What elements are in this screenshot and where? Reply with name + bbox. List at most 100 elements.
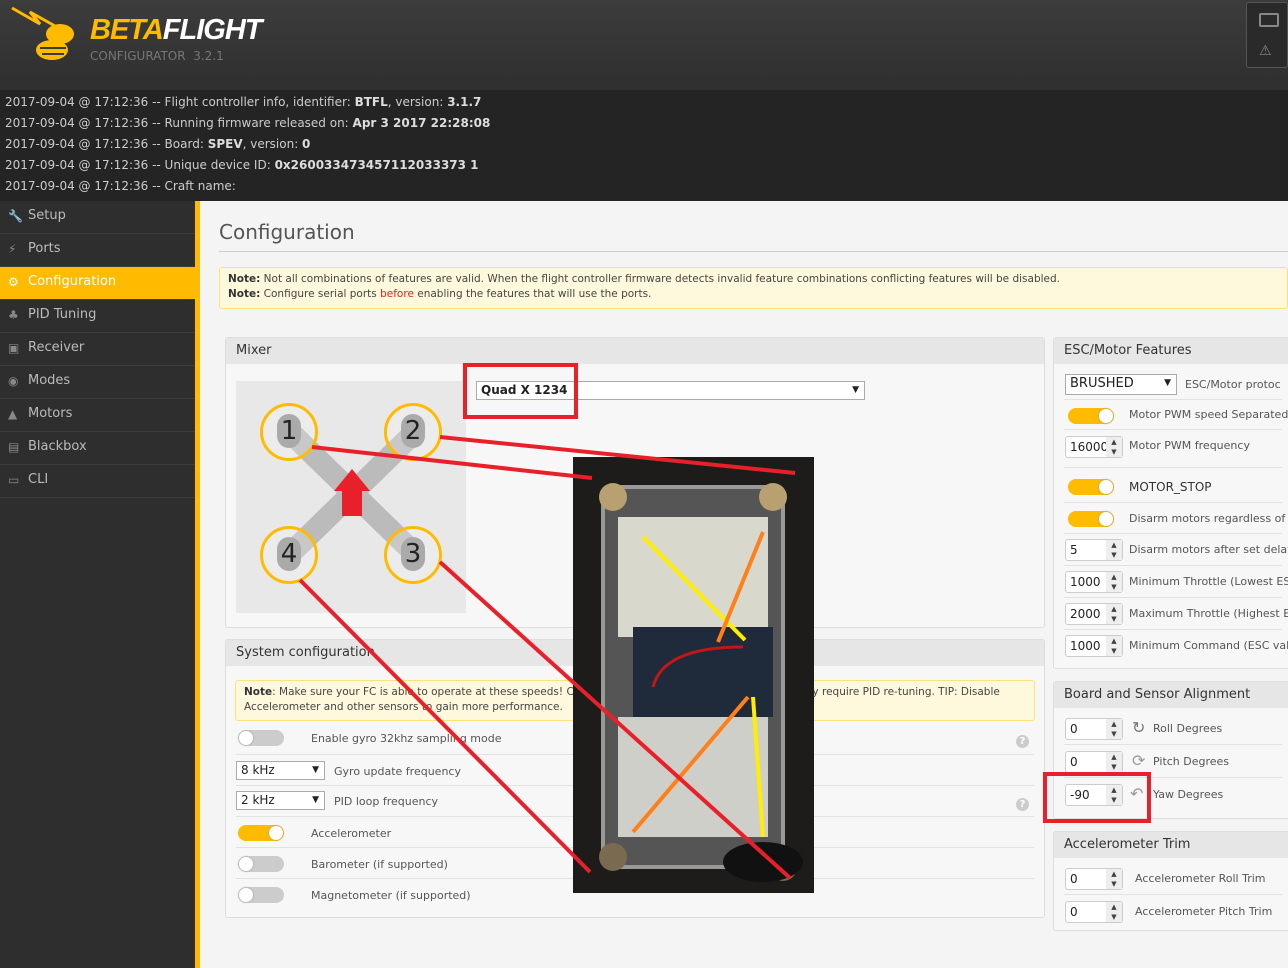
min-throttle-input[interactable]: 1000 ▲ ▼ xyxy=(1065,571,1123,593)
magnetometer-toggle[interactable] xyxy=(238,887,284,903)
max-throttle-label: Maximum Throttle (Highest E xyxy=(1129,607,1288,620)
warning-icon: ⚠ xyxy=(1259,43,1272,59)
bee-logo-icon xyxy=(11,6,74,60)
motor-stop-label: MOTOR_STOP xyxy=(1129,480,1212,494)
sidebar-accent-bar xyxy=(195,201,200,968)
sidebar-item-blackbox[interactable]: ▤ Blackbox xyxy=(0,432,195,465)
page-title: Configuration xyxy=(219,220,355,244)
roll-row: 0 ▲ ▼ ↻ Roll Degrees xyxy=(1064,712,1282,745)
pitch-icon: ⟳ xyxy=(1132,751,1146,770)
receiver-icon: ▣ xyxy=(8,341,20,355)
sidebar-item-label: Configuration xyxy=(28,274,117,289)
sidebar-item-label: CLI xyxy=(28,472,49,487)
motor-4: 4 xyxy=(260,526,318,584)
features-note: Note: Not all combinations of features a… xyxy=(219,267,1288,309)
trim-pitch-label: Accelerometer Pitch Trim xyxy=(1135,905,1273,918)
esc-panel: ESC/Motor Features BRUSHED ▼ ESC/Motor pr… xyxy=(1053,337,1288,669)
sidebar-item-label: PID Tuning xyxy=(28,307,97,322)
spinner-icon: ▲ ▼ xyxy=(1106,437,1122,457)
gyro32-label: Enable gyro 32khz sampling mode xyxy=(311,732,502,745)
pitch-label: Pitch Degrees xyxy=(1153,755,1230,768)
window-icon xyxy=(1259,13,1279,27)
sidebar-item-cli[interactable]: ▭ CLI xyxy=(0,465,195,498)
sidebar-item-label: Setup xyxy=(28,208,66,223)
trim-roll-input[interactable]: 0 ▲ ▼ xyxy=(1065,868,1123,890)
terminal-icon: ▭ xyxy=(8,473,20,487)
gear-icon: ⚙ xyxy=(8,275,19,289)
sidebar-item-setup[interactable]: 🔧 Setup xyxy=(0,201,195,234)
motor-stop-toggle[interactable] xyxy=(1068,479,1114,495)
gyro-freq-label: Gyro update frequency xyxy=(334,765,461,778)
pitch-input[interactable]: 0 ▲ ▼ xyxy=(1065,751,1123,773)
disarm-delay-label: Disarm motors after set delay xyxy=(1129,543,1288,556)
accelerometer-toggle[interactable] xyxy=(238,825,284,841)
dropdown-arrow-icon: ▼ xyxy=(852,385,859,395)
sitemap-icon: ♣ xyxy=(8,308,19,322)
min-command-label: Minimum Command (ESC val xyxy=(1129,639,1288,652)
before-link[interactable]: before xyxy=(380,288,414,300)
motor-1: 1 xyxy=(260,403,318,461)
barometer-label: Barometer (if supported) xyxy=(311,858,448,871)
log-panel: 2017-09-04 @ 17:12:36 -- Flight controll… xyxy=(0,90,1288,201)
trim-roll-row: 0 ▲ ▼ Accelerometer Roll Trim xyxy=(1064,862,1282,895)
blackbox-icon: ▤ xyxy=(8,440,20,454)
pwm-separated-label: Motor PWM speed Separated xyxy=(1129,408,1288,421)
pwm-separated-row: Motor PWM speed Separated xyxy=(1064,400,1288,430)
log-line: 2017-09-04 @ 17:12:36 -- Unique device I… xyxy=(5,158,479,172)
status-panel[interactable]: ⚠ xyxy=(1246,2,1288,68)
motor-stop-row: MOTOR_STOP xyxy=(1064,468,1282,503)
sidebar-item-receiver[interactable]: ▣ Receiver xyxy=(0,333,195,366)
sidebar-item-label: Motors xyxy=(28,406,73,421)
yaw-label: Yaw Degrees xyxy=(1153,788,1224,801)
barometer-toggle[interactable] xyxy=(238,856,284,872)
min-command-row: 1000 ▲ ▼ Minimum Command (ESC val xyxy=(1064,630,1288,662)
min-throttle-row: 1000 ▲ ▼ Minimum Throttle (Lowest ES xyxy=(1064,566,1288,598)
gyro-freq-select[interactable]: 8 kHz ▼ xyxy=(236,761,325,780)
disarm-regardless-label: Disarm motors regardless of xyxy=(1129,512,1286,525)
roll-input[interactable]: 0 ▲ ▼ xyxy=(1065,718,1123,740)
sidebar-item-configuration[interactable]: ⚙ Configuration xyxy=(0,267,195,300)
sidebar-item-label: Blackbox xyxy=(28,439,87,454)
motor-3: 3 xyxy=(384,526,442,584)
min-throttle-label: Minimum Throttle (Lowest ES xyxy=(1129,575,1288,588)
pid-freq-select[interactable]: 2 kHz ▼ xyxy=(236,791,325,810)
quad-hardware-photo xyxy=(573,457,814,893)
sidebar-item-label: Modes xyxy=(28,373,71,388)
sidebar: 🔧 Setup ⚡ Ports ⚙ Configuration ♣ PID Tuning ▣ Re… xyxy=(0,201,195,968)
max-throttle-row: 2000 ▲ ▼ Maximum Throttle (Highest E xyxy=(1064,598,1288,630)
disarm-regardless-toggle[interactable] xyxy=(1068,511,1114,527)
sidebar-item-ports[interactable]: ⚡ Ports xyxy=(0,234,195,267)
sidebar-item-modes[interactable]: ◉ Modes xyxy=(0,366,195,399)
pwm-freq-input[interactable]: 16000 ▲ ▼ xyxy=(1065,436,1123,458)
trim-roll-label: Accelerometer Roll Trim xyxy=(1135,872,1266,885)
help-icon[interactable]: ? xyxy=(1016,735,1029,748)
sidebar-item-motors[interactable]: ▲ Motors xyxy=(0,399,195,432)
sidebar-item-label: Receiver xyxy=(28,340,85,355)
motor-2: 2 xyxy=(384,403,442,461)
disarm-regardless-row: Disarm motors regardless of xyxy=(1064,503,1286,534)
min-command-input[interactable]: 1000 ▲ ▼ xyxy=(1065,635,1123,657)
help-icon[interactable]: ? xyxy=(1016,798,1029,811)
disarm-delay-row: 5 ▲ ▼ Disarm motors after set delay xyxy=(1064,534,1288,566)
esc-protocol-select[interactable]: BRUSHED ▼ xyxy=(1065,374,1177,395)
photo-illustration xyxy=(599,483,803,882)
sidebar-item-label: Ports xyxy=(28,241,61,256)
gyro32-toggle[interactable] xyxy=(238,730,284,746)
accel-trim-title: Accelerometer Trim xyxy=(1054,832,1288,858)
plug-icon: ⚡ xyxy=(8,242,17,256)
yaw-highlight-box xyxy=(1043,772,1151,823)
wrench-icon: 🔧 xyxy=(8,209,23,223)
pid-freq-label: PID loop frequency xyxy=(334,795,439,808)
max-throttle-input[interactable]: 2000 ▲ ▼ xyxy=(1065,603,1123,625)
log-line: 2017-09-04 @ 17:12:36 -- Flight controll… xyxy=(5,95,482,109)
pwm-separated-toggle[interactable] xyxy=(1068,408,1114,424)
mixer-title: Mixer xyxy=(226,338,1044,364)
toggle-icon: ◉ xyxy=(8,374,19,388)
app-version: CONFIGURATOR 3.2.1 xyxy=(90,49,224,63)
log-line: 2017-09-04 @ 17:12:36 -- Running firmwar… xyxy=(5,116,491,130)
mixer-highlight-box xyxy=(463,363,578,419)
trim-pitch-input[interactable]: 0 ▲ ▼ xyxy=(1065,901,1123,923)
log-line: 2017-09-04 @ 17:12:36 -- Board: SPEV, ve… xyxy=(5,137,311,151)
disarm-delay-input[interactable]: 5 ▲ ▼ xyxy=(1065,539,1123,561)
sidebar-item-pid-tuning[interactable]: ♣ PID Tuning xyxy=(0,300,195,333)
